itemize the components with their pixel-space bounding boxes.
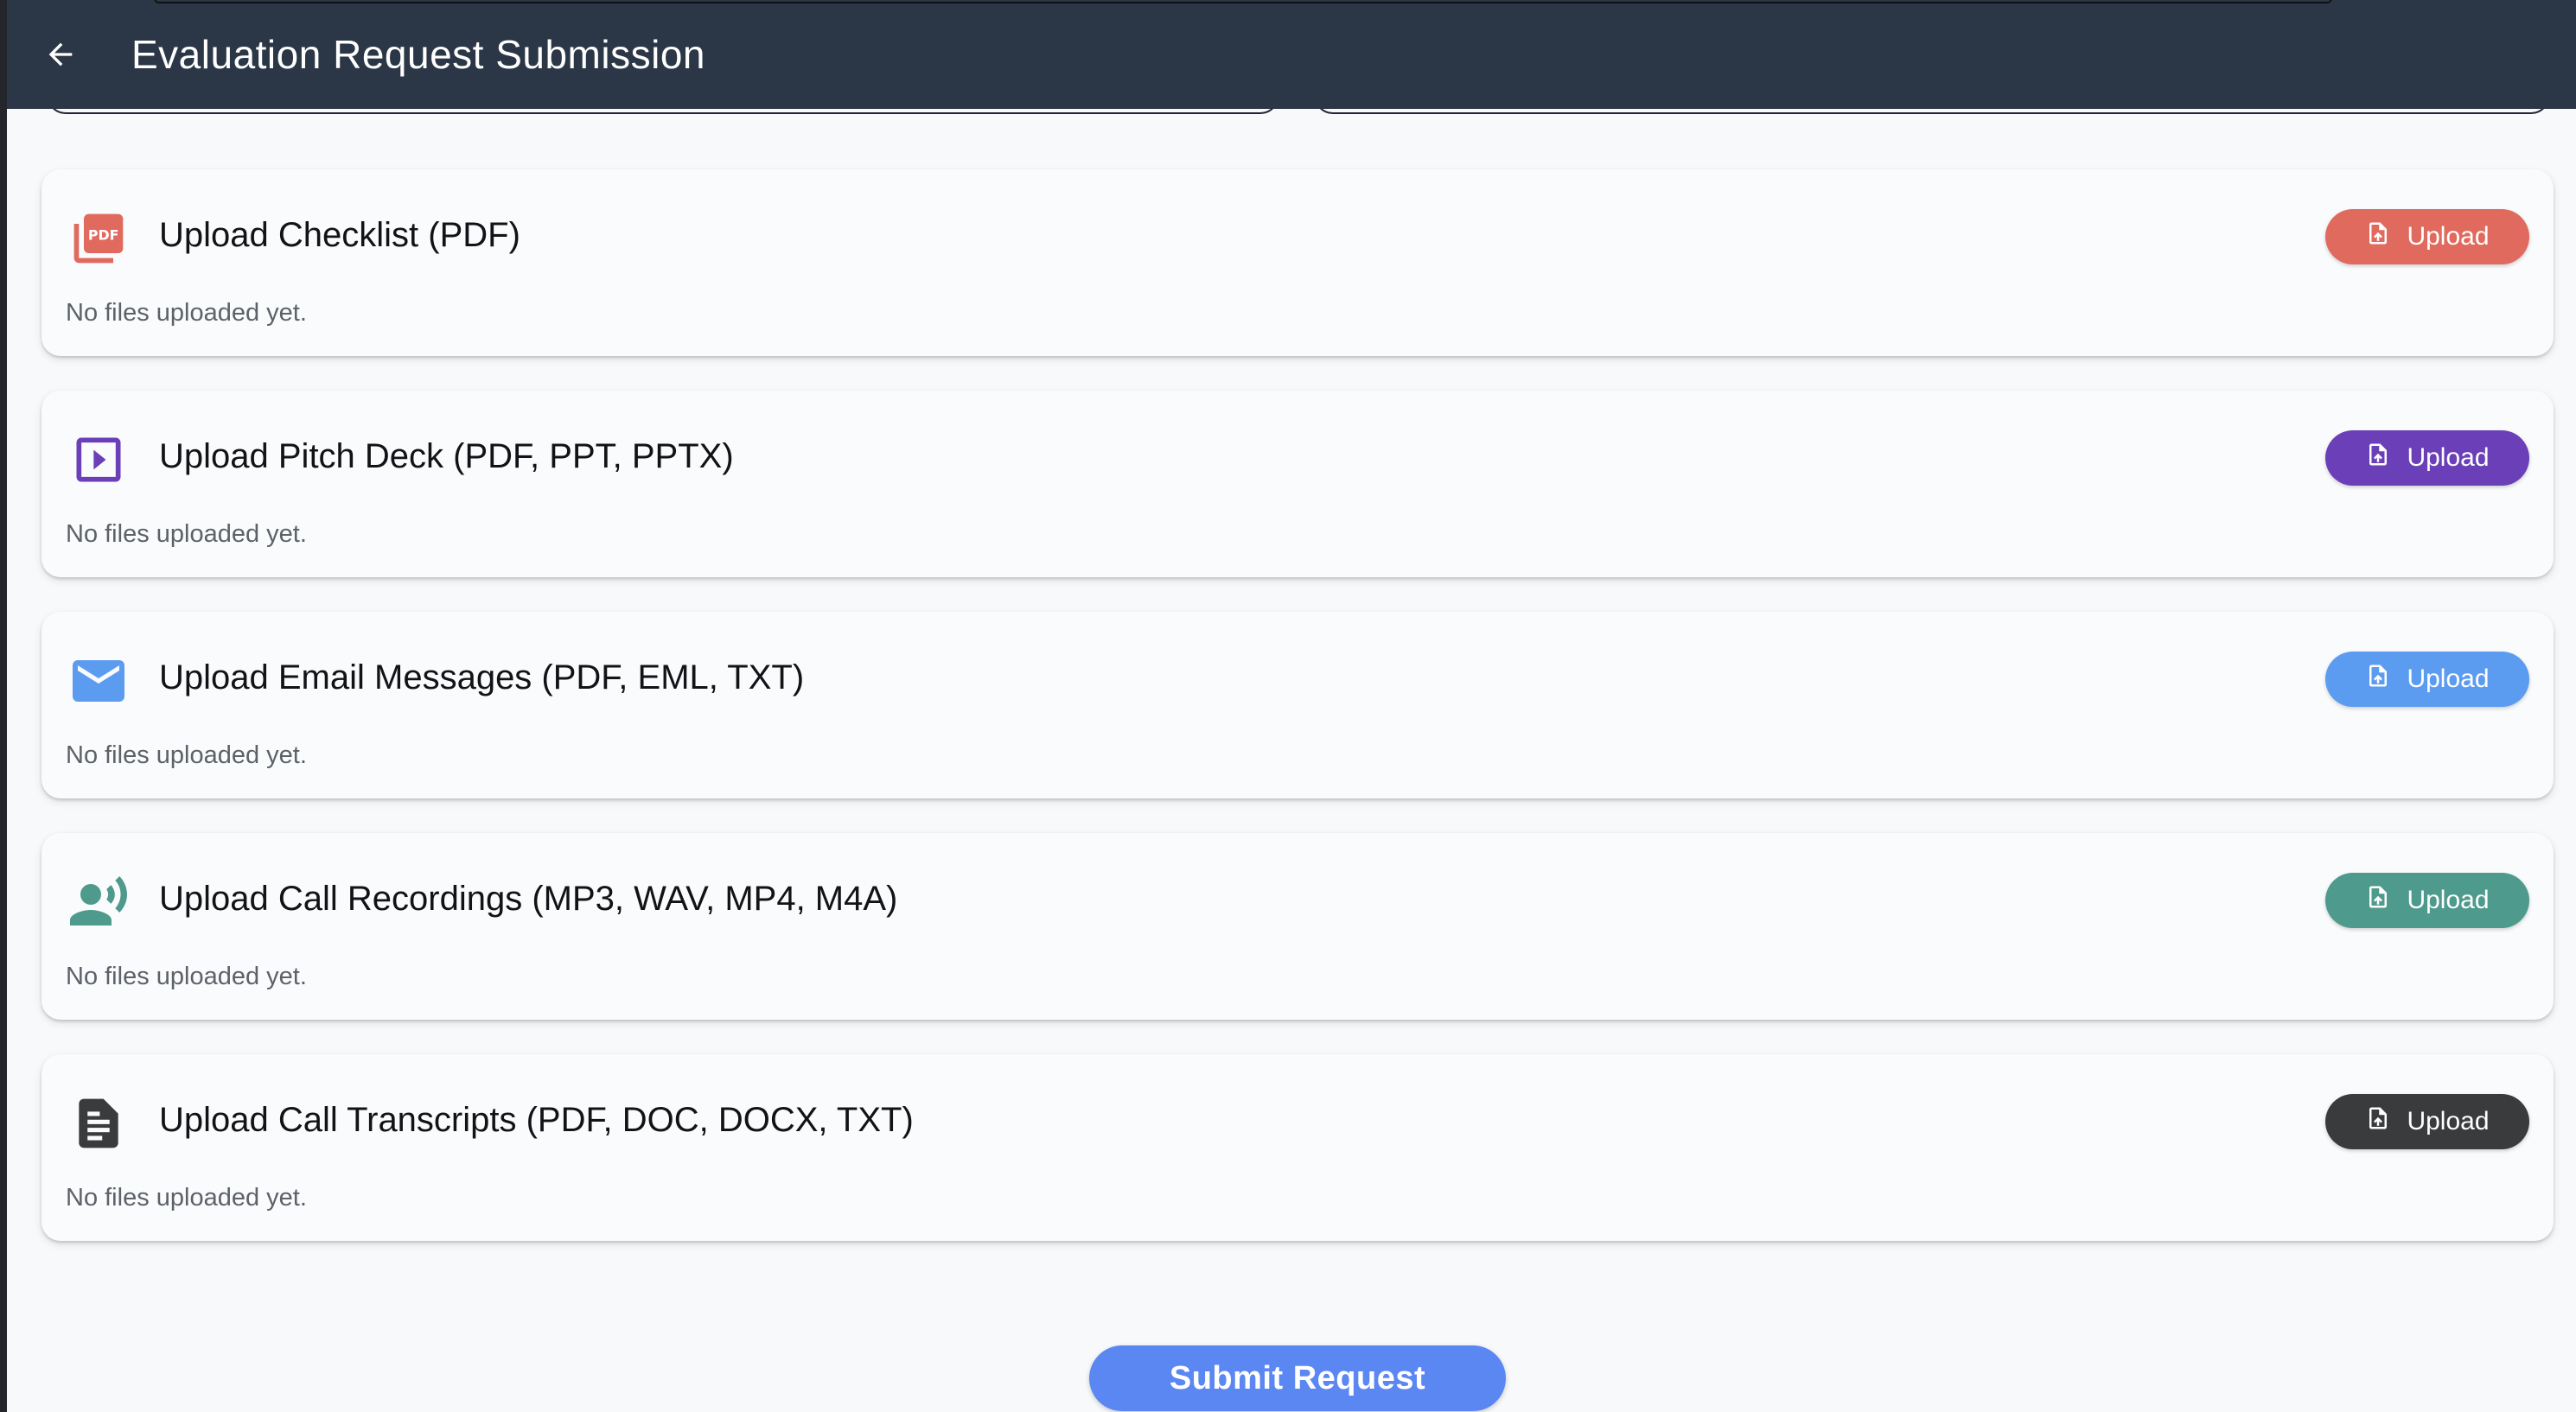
upload-status: No files uploaded yet. <box>66 963 307 990</box>
upload-button-label: Upload <box>2407 886 2490 914</box>
upload-card-email: Upload Email Messages (PDF, EML, TXT) No… <box>41 612 2554 798</box>
card-title: Upload Email Messages (PDF, EML, TXT) <box>159 658 805 696</box>
arrow-left-icon <box>43 37 78 76</box>
upload-button-label: Upload <box>2407 222 2490 251</box>
upload-button-email[interactable]: Upload <box>2325 652 2529 707</box>
file-upload-icon <box>2365 442 2391 474</box>
upload-button-label: Upload <box>2407 665 2490 693</box>
upload-button-call-transcripts[interactable]: Upload <box>2325 1094 2529 1149</box>
upload-card-call-transcripts: Upload Call Transcripts (PDF, DOC, DOCX,… <box>41 1054 2554 1241</box>
page-title: Evaluation Request Submission <box>131 32 705 77</box>
back-button[interactable] <box>33 29 88 84</box>
upload-button-checklist[interactable]: Upload <box>2325 209 2529 264</box>
upload-card-call-recordings: Upload Call Recordings (MP3, WAV, MP4, M… <box>41 833 2554 1020</box>
upload-button-label: Upload <box>2407 1107 2490 1135</box>
upload-status: No files uploaded yet. <box>66 1184 307 1212</box>
card-title: Upload Call Recordings (MP3, WAV, MP4, M… <box>159 880 898 918</box>
file-upload-icon <box>2365 220 2391 253</box>
file-upload-icon <box>2365 663 2391 696</box>
pdf-icon: PDF <box>67 207 130 270</box>
upload-status: No files uploaded yet. <box>66 299 307 327</box>
upload-button-call-recordings[interactable]: Upload <box>2325 873 2529 928</box>
svg-text:PDF: PDF <box>88 227 119 244</box>
upload-button-label: Upload <box>2407 443 2490 472</box>
window-rim <box>154 0 2332 3</box>
file-upload-icon <box>2365 1105 2391 1138</box>
upload-status: No files uploaded yet. <box>66 520 307 548</box>
email-icon <box>67 650 130 712</box>
record-voice-icon <box>67 871 130 933</box>
card-title: Upload Checklist (PDF) <box>159 216 520 254</box>
upload-button-pitch-deck[interactable]: Upload <box>2325 430 2529 486</box>
upload-card-checklist: PDF Upload Checklist (PDF) No files uplo… <box>41 169 2554 356</box>
app-window: Evaluation Request Submission PDF Upload… <box>7 0 2576 1412</box>
card-title: Upload Pitch Deck (PDF, PPT, PPTX) <box>159 437 734 475</box>
card-title: Upload Call Transcripts (PDF, DOC, DOCX,… <box>159 1101 914 1139</box>
submit-request-button[interactable]: Submit Request <box>1089 1345 1506 1411</box>
upload-card-pitch-deck: Upload Pitch Deck (PDF, PPT, PPTX) No fi… <box>41 391 2554 577</box>
file-upload-icon <box>2365 884 2391 917</box>
slideshow-icon <box>67 429 130 491</box>
document-icon <box>67 1092 130 1154</box>
upload-status: No files uploaded yet. <box>66 741 307 769</box>
app-header: Evaluation Request Submission <box>7 0 2576 109</box>
